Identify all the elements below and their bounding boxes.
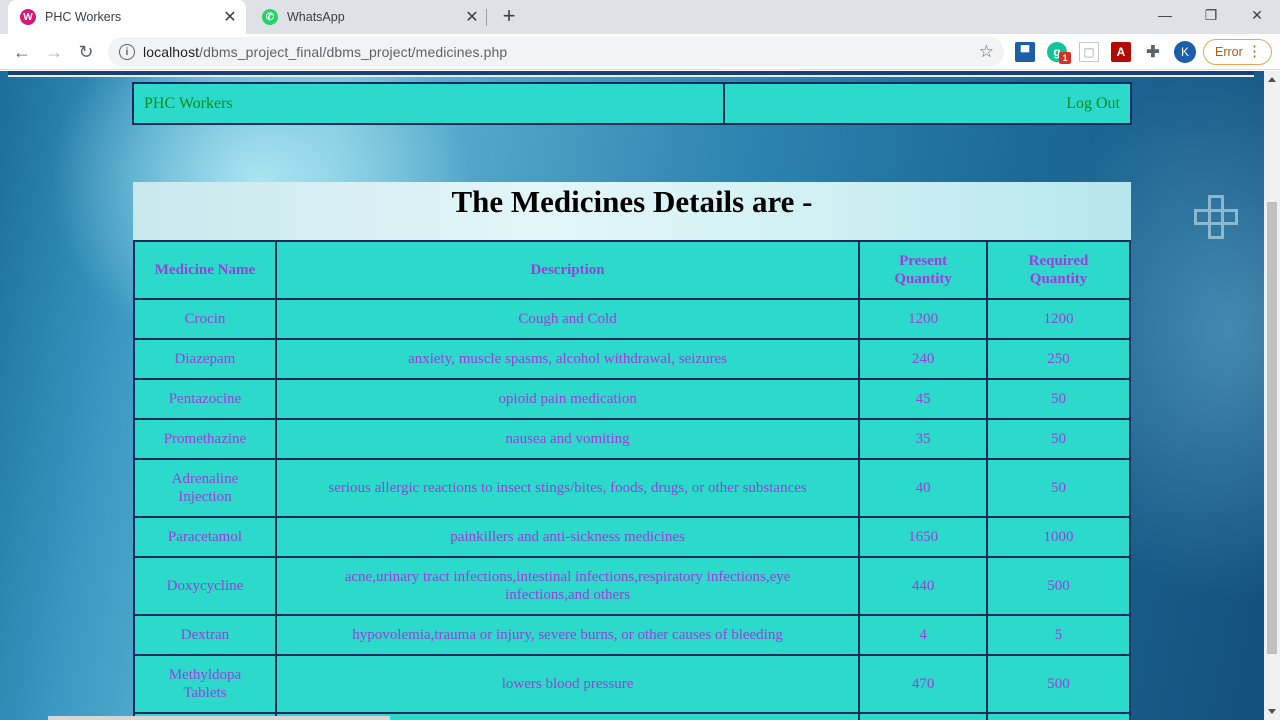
page-viewport: PHC Workers Log Out The Medicines Detail…	[0, 71, 1264, 720]
medicine-name-cell: Dextran	[133, 614, 277, 656]
medicine-name-cell: Adrenaline Injection	[133, 458, 277, 518]
required-quantity-cell: 1200	[986, 298, 1131, 340]
description-cell: nausea and vomiting	[274, 418, 861, 460]
medicines-panel: The Medicines Details are - Medicine Nam…	[133, 182, 1131, 720]
present-quantity-cell: 1650	[858, 516, 989, 558]
horizontal-scrollbar[interactable]	[48, 716, 390, 720]
medicine-name-cell: Crocin	[133, 298, 277, 340]
address-bar[interactable]: i localhost/dbms_project_final/dbms_proj…	[108, 37, 1004, 67]
bookmark-star-icon[interactable]: ☆	[979, 42, 994, 62]
medicine-name-cell: Pentazocine	[133, 378, 277, 420]
required-quantity-cell: 50	[986, 458, 1131, 518]
medicine-name-cell: Promethazine	[133, 418, 277, 460]
present-quantity-cell: 40	[858, 458, 989, 518]
column-header-description: Description	[274, 240, 861, 300]
medicine-name-cell: Methyldopa Tablets	[133, 654, 277, 714]
table-row: Diazepam anxiety, muscle spasms, alcohol…	[133, 338, 1131, 380]
description-cell: serious allergic reactions to insect sti…	[274, 458, 861, 518]
browser-toolbar: ← → ↻ i localhost/dbms_project_final/dbm…	[0, 34, 1280, 70]
description-cell: hypovolemia,trauma or injury, severe bur…	[274, 614, 861, 656]
whatsapp-icon: ✆	[262, 9, 278, 25]
page-extension-icon[interactable]: ▢	[1079, 42, 1099, 62]
close-tab-icon[interactable]: ✕	[220, 7, 240, 27]
present-quantity-cell: 240	[858, 338, 989, 380]
scrollbar-thumb[interactable]	[1267, 202, 1277, 654]
extension-badge: 1	[1059, 52, 1071, 64]
required-quantity-cell: 50	[986, 378, 1131, 420]
description-cell: painkillers and anti-sickness medicines	[274, 516, 861, 558]
top-bar	[8, 71, 1254, 77]
profile-avatar[interactable]: K	[1174, 41, 1196, 63]
required-quantity-cell: 500	[986, 654, 1131, 714]
url-host: localhost	[143, 44, 200, 60]
page-title: The Medicines Details are -	[451, 184, 813, 219]
url-path: /dbms_project_final/dbms_project/medicin…	[199, 44, 508, 60]
reload-icon[interactable]: ↻	[72, 38, 100, 66]
tab-whatsapp[interactable]: ✆ WhatsApp ✕	[250, 0, 488, 34]
medical-cross-icon	[1194, 195, 1238, 239]
scroll-down-icon[interactable]	[1268, 709, 1276, 714]
required-quantity-cell: 250	[986, 338, 1131, 380]
table-row: Paracetamol painkillers and anti-sicknes…	[133, 516, 1131, 558]
description-cell: anxiety, muscle spasms, alcohol withdraw…	[274, 338, 861, 380]
site-info-icon[interactable]: i	[119, 44, 135, 60]
table-row: Pentazocine opioid pain medication 45 50	[133, 378, 1131, 420]
close-window-icon[interactable]: ✕	[1234, 0, 1280, 30]
error-label: Error	[1215, 45, 1243, 59]
table-row: Promethazine nausea and vomiting 35 50	[133, 418, 1131, 460]
table-row: Methyldopa Tablets lowers blood pressure…	[133, 654, 1131, 714]
close-tab-icon[interactable]: ✕	[462, 7, 482, 27]
tab-separator	[486, 9, 487, 26]
column-header-required-quantity: Required Quantity	[986, 240, 1131, 300]
present-quantity-cell: 440	[858, 556, 989, 616]
table-row: Adrenaline Injection serious allergic re…	[133, 458, 1131, 518]
description-cell: lowers blood pressure	[274, 654, 861, 714]
present-quantity-cell: 4	[858, 614, 989, 656]
back-icon[interactable]: ←	[8, 38, 36, 66]
cast-extension-icon[interactable]: ▀	[1015, 42, 1035, 62]
column-header-medicine-name: Medicine Name	[133, 240, 277, 300]
required-quantity-cell: 500	[986, 556, 1131, 616]
required-quantity-cell	[986, 712, 1131, 720]
description-cell: opioid pain medication	[274, 378, 861, 420]
logout-link[interactable]: Log Out	[725, 84, 1130, 123]
error-button[interactable]: Error ⋮	[1203, 39, 1272, 65]
tab-title: PHC Workers	[45, 10, 122, 24]
puzzle-extensions-icon[interactable]: ✚	[1143, 42, 1163, 62]
pdf-extension-icon[interactable]: A	[1111, 42, 1131, 62]
minimize-icon[interactable]: —	[1142, 0, 1188, 30]
table-row: Crocin Cough and Cold 1200 1200	[133, 298, 1131, 340]
table-row: Dextran hypovolemia,trauma or injury, se…	[133, 614, 1131, 656]
description-cell: acne,urinary tract infections,intestinal…	[274, 556, 861, 616]
required-quantity-cell: 1000	[986, 516, 1131, 558]
description-cell: Cough and Cold	[274, 298, 861, 340]
url-text: localhost/dbms_project_final/dbms_projec…	[143, 44, 507, 60]
required-quantity-cell: 50	[986, 418, 1131, 460]
table-header-row: Medicine Name Description Present Quanti…	[133, 240, 1131, 300]
new-tab-button[interactable]: +	[498, 3, 520, 28]
present-quantity-cell: 470	[858, 654, 989, 714]
tab-strip: W PHC Workers ✕ ✆ WhatsApp ✕ + — ❐ ✕	[0, 0, 1280, 34]
menu-dots-icon: ⋮	[1247, 43, 1262, 60]
vertical-scrollbar[interactable]	[1264, 71, 1280, 720]
present-quantity-cell: 45	[858, 378, 989, 420]
site-navbar: PHC Workers Log Out	[132, 82, 1132, 125]
medicine-name-cell: Paracetamol	[133, 516, 277, 558]
tab-phc-workers[interactable]: W PHC Workers ✕	[8, 0, 246, 34]
table-row: Doxycycline acne,urinary tract infection…	[133, 556, 1131, 616]
medicines-table: Medicine Name Description Present Quanti…	[133, 240, 1131, 720]
present-quantity-cell: 35	[858, 418, 989, 460]
present-quantity-cell: 1200	[858, 298, 989, 340]
tab-title: WhatsApp	[287, 10, 345, 24]
required-quantity-cell: 5	[986, 614, 1131, 656]
medicine-name-cell: Doxycycline	[133, 556, 277, 616]
present-quantity-cell	[858, 712, 989, 720]
forward-icon[interactable]: →	[40, 38, 68, 66]
brand-link[interactable]: PHC Workers	[134, 84, 725, 123]
scroll-up-icon[interactable]	[1268, 77, 1276, 82]
medicine-name-cell: Diazepam	[133, 338, 277, 380]
wamp-icon: W	[20, 9, 36, 25]
restore-icon[interactable]: ❐	[1188, 0, 1234, 30]
column-header-present-quantity: Present Quantity	[858, 240, 989, 300]
